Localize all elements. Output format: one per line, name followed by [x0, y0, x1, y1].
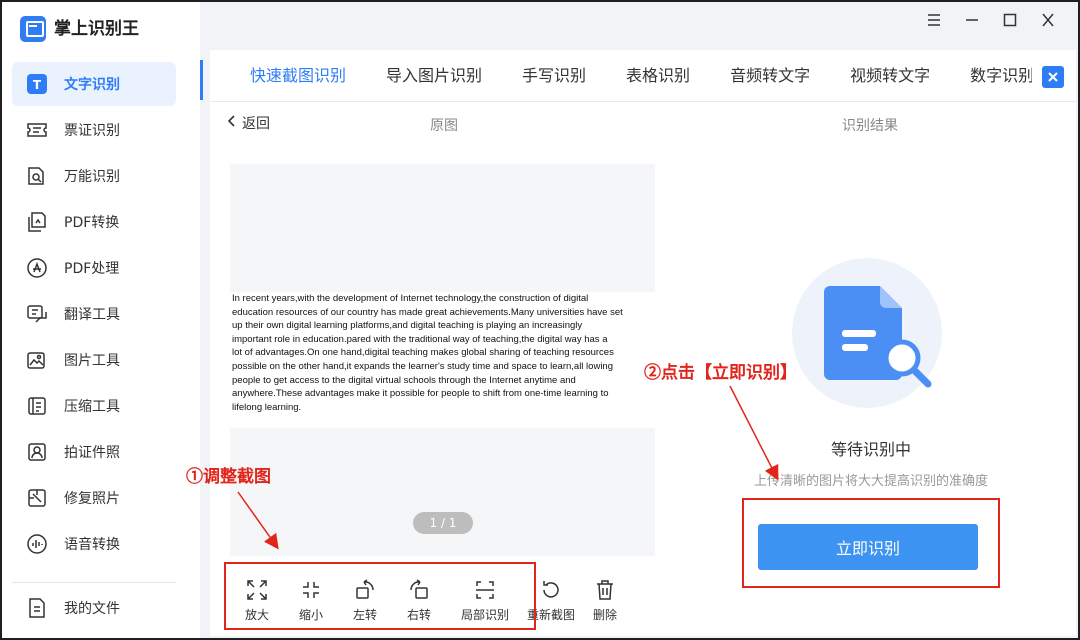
annotation-box-button [742, 498, 1000, 588]
sidebar-item-my-files[interactable]: 我的文件 [12, 590, 176, 626]
image-tool-icon [26, 349, 48, 371]
voice-convert-icon [26, 533, 48, 555]
tab-indicator [200, 60, 203, 100]
sidebar-item-universal[interactable]: 万能识别 [12, 154, 176, 198]
text-line: possible on the other hand,it expands th… [232, 360, 613, 372]
pdf-process-icon [26, 257, 48, 279]
compress-icon [26, 395, 48, 417]
sidebar-item-label: 文字识别 [64, 77, 120, 93]
sidebar-item-label: 压缩工具 [64, 399, 120, 415]
delete-label: 删除 [592, 608, 617, 622]
sidebar-item-image-tool[interactable]: 图片工具 [12, 338, 176, 382]
minimize-icon[interactable] [962, 10, 982, 30]
tab-import-image[interactable]: 导入图片识别 [386, 50, 482, 102]
text-line: important role in education.pared with t… [232, 333, 608, 345]
sidebar-item-label: 万能识别 [64, 169, 120, 185]
sidebar-item-pdf-convert[interactable]: PDF转换 [12, 200, 176, 244]
id-photo-icon [26, 441, 48, 463]
text-line: lifelong learning. [232, 401, 302, 413]
tab-number[interactable]: 数字识别 [970, 50, 1032, 102]
status-text: 等待识别中 [830, 440, 911, 459]
sidebar-item-label: PDF转换 [64, 215, 120, 231]
annotation-box-toolbar [224, 562, 536, 630]
sidebar-nav: T 文字识别 票证识别 万能识别 PDF转换 PDF处理 翻译工具 图片工具 压… [12, 62, 176, 568]
ticket-icon [26, 119, 48, 141]
tab-audio-to-text[interactable]: 音频转文字 [730, 50, 810, 102]
file-icon [26, 597, 48, 619]
app-title: 掌上识别王 [54, 19, 139, 39]
tab-bar: 快速截图识别 导入图片识别 手写识别 表格识别 音频转文字 视频转文字 数字识别 [210, 50, 1076, 102]
annotation-step1: ①调整截图 [186, 467, 271, 487]
text-line: education resources of our country has m… [232, 306, 623, 318]
sidebar-item-voice[interactable]: 语音转换 [12, 522, 176, 566]
chevron-left-icon [227, 115, 236, 131]
close-icon [1048, 72, 1058, 82]
sidebar-item-compress[interactable]: 压缩工具 [12, 384, 176, 428]
annotation-step2: ②点击【立即识别】 [644, 363, 797, 383]
delete-button[interactable]: 删除 [578, 572, 632, 632]
sidebar-item-label: 票证识别 [64, 123, 120, 139]
pdf-convert-icon [26, 211, 48, 233]
sidebar-item-label: 图片工具 [64, 353, 120, 369]
result-column-title: 识别结果 [842, 118, 898, 134]
tab-quick-screenshot[interactable]: 快速截图识别 [250, 50, 346, 102]
text-line: In recent years,with the development of … [232, 293, 589, 304]
page-indicator: 1 / 1 [413, 512, 473, 534]
screenshot-image-bottom [230, 428, 655, 556]
sidebar-item-pdf-process[interactable]: PDF处理 [12, 246, 176, 290]
hint-text: 上传清晰的图片将大大提高识别的准确度 [753, 474, 988, 489]
tab-video-to-text[interactable]: 视频转文字 [850, 50, 930, 102]
back-button[interactable]: 返回 [227, 113, 270, 133]
tab-table[interactable]: 表格识别 [626, 50, 690, 102]
my-files-label: 我的文件 [64, 601, 120, 617]
trash-icon [597, 580, 613, 600]
screenshot-image-top [230, 164, 655, 292]
sidebar-item-label: PDF处理 [64, 261, 120, 277]
text-line: lot of advantages.On one hand,digital te… [232, 347, 614, 359]
original-column-title: 原图 [430, 118, 458, 134]
app-logo-icon [20, 16, 46, 42]
sidebar-item-id-photo[interactable]: 拍证件照 [12, 430, 176, 474]
svg-text:T: T [33, 78, 42, 92]
close-icon[interactable] [1038, 10, 1058, 30]
universal-scan-icon [26, 165, 48, 187]
sidebar-divider [12, 582, 176, 583]
translate-icon [26, 303, 48, 325]
tab-handwriting[interactable]: 手写识别 [522, 50, 586, 102]
sidebar-item-text-recognition[interactable]: T 文字识别 [12, 62, 176, 106]
text-line: people to get access to the digital virt… [232, 374, 576, 386]
sub-header: 返回 原图 识别结果 [210, 103, 1076, 143]
sidebar-item-ticket[interactable]: 票证识别 [12, 108, 176, 152]
refresh-icon [543, 581, 559, 598]
document-search-icon [824, 286, 932, 388]
waiting-illustration [792, 258, 942, 408]
sidebar-item-translate[interactable]: 翻译工具 [12, 292, 176, 336]
close-panel-button[interactable] [1042, 66, 1064, 88]
sidebar-item-label: 翻译工具 [64, 307, 120, 323]
menu-icon[interactable] [924, 10, 944, 30]
maximize-icon[interactable] [1000, 10, 1020, 30]
sidebar-item-repair-photo[interactable]: 修复照片 [12, 476, 176, 520]
repair-photo-icon [26, 487, 48, 509]
screenshot-text: In recent years,with the development of … [230, 292, 655, 426]
sidebar: 掌上识别王 T 文字识别 票证识别 万能识别 PDF转换 PDF处理 翻译工具 … [2, 2, 200, 638]
window-controls [924, 10, 1058, 30]
text-line: up their own digital learning platforms,… [232, 320, 583, 332]
sidebar-item-label: 修复照片 [64, 491, 120, 507]
back-label: 返回 [242, 116, 270, 132]
text-line: anywhere.These advantages make it possib… [232, 388, 609, 400]
sidebar-item-label: 语音转换 [64, 537, 120, 553]
text-recognition-icon: T [26, 73, 48, 95]
sidebar-item-label: 拍证件照 [64, 445, 120, 461]
